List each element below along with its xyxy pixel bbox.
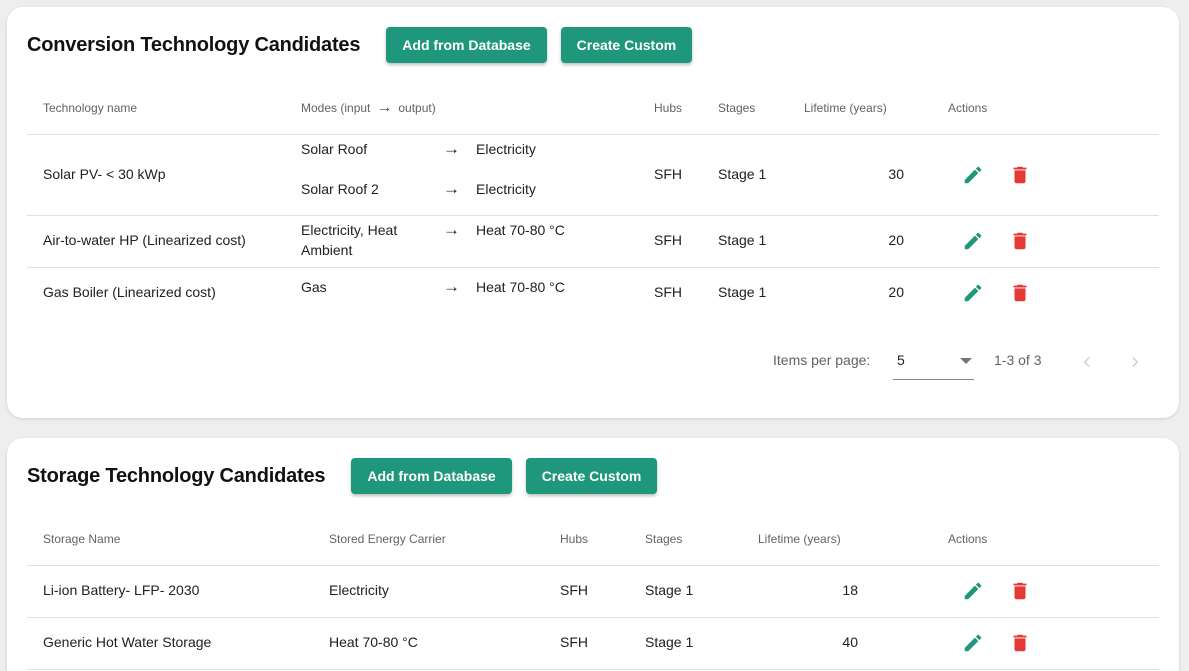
storage-table: Storage Name Stored Energy Carrier Hubs …: [27, 518, 1159, 670]
header-modes-prefix: Modes (input: [301, 101, 371, 115]
pencil-icon[interactable]: [961, 229, 985, 253]
conversion-table: Technology name Modes (input → output) H…: [27, 87, 1159, 320]
header-lifetime[interactable]: Lifetime (years): [758, 532, 841, 546]
arrow-right-icon: →: [443, 277, 460, 296]
storage-header: Storage Technology Candidates Add from D…: [27, 458, 658, 494]
conversion-add-from-database-button[interactable]: Add from Database: [386, 27, 547, 63]
header-modes[interactable]: Modes (input → output): [301, 99, 436, 116]
mode-input-line1: Electricity, Heat: [301, 222, 398, 238]
pencil-icon[interactable]: [961, 631, 985, 655]
mode-input: Gas: [301, 279, 327, 295]
conversion-table-header: Technology name Modes (input → output) H…: [27, 87, 1159, 135]
chevron-right-icon[interactable]: [1119, 346, 1151, 378]
lifetime-value: 20: [888, 232, 904, 248]
conversion-header: Conversion Technology Candidates Add fro…: [27, 27, 693, 63]
table-row: Li-ion Battery- LFP- 2030 Electricity SF…: [27, 566, 1159, 618]
conversion-create-custom-button[interactable]: Create Custom: [560, 27, 693, 63]
storage-table-header: Storage Name Stored Energy Carrier Hubs …: [27, 518, 1159, 566]
mode-input: Solar Roof 2: [301, 181, 379, 197]
stages-value: Stage 1: [718, 232, 767, 248]
table-row: Solar PV- < 30 kWp Solar Roof → Electric…: [27, 135, 1159, 216]
header-hubs[interactable]: Hubs: [654, 101, 682, 115]
trash-icon[interactable]: [1008, 163, 1032, 187]
header-stored-energy-carrier[interactable]: Stored Energy Carrier: [329, 532, 446, 546]
storage-card: Storage Technology Candidates Add from D…: [7, 438, 1179, 671]
technology-name: Gas Boiler (Linearized cost): [43, 284, 216, 300]
hubs-value: SFH: [560, 634, 588, 650]
mode-input: Solar Roof: [301, 141, 368, 157]
stages-value: Stage 1: [718, 284, 767, 300]
paginator: Items per page: 5 1-3 of 3: [7, 340, 1179, 390]
lifetime-value: 30: [888, 166, 904, 182]
page-range-label: 1-3 of 3: [994, 352, 1042, 368]
table-row: Gas Boiler (Linearized cost) Gas → Heat …: [27, 268, 1159, 320]
pencil-icon[interactable]: [961, 163, 985, 187]
header-technology-name[interactable]: Technology name: [43, 101, 137, 115]
header-stages[interactable]: Stages: [645, 532, 682, 546]
storage-name: Li-ion Battery- LFP- 2030: [43, 582, 200, 598]
stages-value: Stage 1: [645, 582, 694, 598]
lifetime-value: 40: [842, 634, 858, 650]
items-per-page-value: 5: [897, 352, 905, 368]
header-actions: Actions: [948, 532, 988, 546]
storage-title: Storage Technology Candidates: [27, 464, 326, 487]
chevron-left-icon[interactable]: [1071, 346, 1103, 378]
arrow-right-icon: →: [443, 220, 460, 239]
pencil-icon[interactable]: [961, 281, 985, 305]
technology-name: Solar PV- < 30 kWp: [43, 166, 166, 182]
stages-value: Stage 1: [645, 634, 694, 650]
arrow-right-icon: →: [376, 99, 393, 116]
trash-icon[interactable]: [1008, 631, 1032, 655]
mode-input-line2: Ambient: [301, 242, 353, 258]
table-row: Air-to-water HP (Linearized cost) Electr…: [27, 216, 1159, 268]
mode-output: Electricity: [476, 181, 536, 197]
mode-output: Electricity: [476, 141, 536, 157]
table-row: Generic Hot Water Storage Heat 70-80 °C …: [27, 618, 1159, 670]
pencil-icon[interactable]: [961, 579, 985, 603]
header-hubs[interactable]: Hubs: [560, 532, 588, 546]
trash-icon[interactable]: [1008, 281, 1032, 305]
hubs-value: SFH: [654, 284, 682, 300]
carrier-value: Heat 70-80 °C: [329, 634, 418, 650]
technology-name: Air-to-water HP (Linearized cost): [43, 232, 246, 248]
conversion-card: Conversion Technology Candidates Add fro…: [7, 7, 1179, 418]
mode-output: Heat 70-80 °C: [476, 279, 565, 295]
lifetime-value: 18: [842, 582, 858, 598]
carrier-value: Electricity: [329, 582, 389, 598]
trash-icon[interactable]: [1008, 579, 1032, 603]
arrow-right-icon: →: [443, 139, 460, 158]
header-modes-suffix: output): [398, 101, 436, 115]
storage-create-custom-button[interactable]: Create Custom: [525, 458, 658, 494]
conversion-title: Conversion Technology Candidates: [27, 33, 361, 56]
trash-icon[interactable]: [1008, 229, 1032, 253]
header-lifetime[interactable]: Lifetime (years): [804, 101, 887, 115]
header-storage-name[interactable]: Storage Name: [43, 532, 120, 546]
hubs-value: SFH: [560, 582, 588, 598]
lifetime-value: 20: [888, 284, 904, 300]
header-stages[interactable]: Stages: [718, 101, 755, 115]
items-per-page-select[interactable]: 5: [893, 346, 974, 380]
caret-down-icon: [960, 358, 972, 364]
hubs-value: SFH: [654, 232, 682, 248]
hubs-value: SFH: [654, 166, 682, 182]
mode-output: Heat 70-80 °C: [476, 222, 565, 238]
arrow-right-icon: →: [443, 179, 460, 198]
stages-value: Stage 1: [718, 166, 767, 182]
storage-add-from-database-button[interactable]: Add from Database: [351, 458, 512, 494]
header-actions: Actions: [948, 101, 988, 115]
items-per-page-label: Items per page:: [773, 352, 871, 368]
storage-name: Generic Hot Water Storage: [43, 634, 212, 650]
